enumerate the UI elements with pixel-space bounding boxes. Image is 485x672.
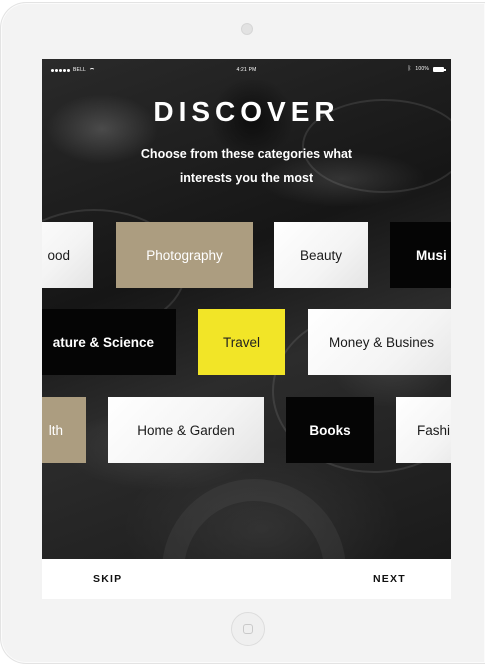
- next-button[interactable]: NEXT: [373, 559, 406, 599]
- app-screen: BELL 4:21 PM ᛒ 100% DISCOVER Choose from…: [42, 59, 451, 599]
- status-bar: BELL 4:21 PM ᛒ 100%: [42, 59, 451, 81]
- category-health[interactable]: lth: [42, 397, 86, 463]
- category-fashion[interactable]: Fashi: [396, 397, 451, 463]
- category-home-garden[interactable]: Home & Garden: [108, 397, 264, 463]
- home-button[interactable]: [231, 612, 265, 646]
- category-photography[interactable]: Photography: [116, 222, 253, 288]
- skip-button[interactable]: SKIP: [93, 559, 122, 599]
- category-beauty[interactable]: Beauty: [274, 222, 368, 288]
- page-title: DISCOVER: [153, 96, 340, 127]
- category-travel[interactable]: Travel: [198, 309, 285, 375]
- battery-percent: 100%: [415, 66, 429, 72]
- status-right: ᛒ 100%: [407, 66, 446, 72]
- bottom-bar: SKIP NEXT: [42, 559, 451, 599]
- category-music[interactable]: Musi: [390, 222, 451, 288]
- battery-icon: [433, 66, 446, 72]
- category-nature-science[interactable]: ature & Science: [42, 309, 176, 375]
- category-food[interactable]: ood: [42, 222, 93, 288]
- category-money-business[interactable]: Money & Busines: [308, 309, 451, 375]
- status-time: 4:21 PM: [236, 67, 257, 73]
- category-books[interactable]: Books: [286, 397, 374, 463]
- page-subtitle: Choose from these categories what intere…: [140, 147, 353, 185]
- camera-icon: [241, 23, 253, 35]
- bluetooth-icon: ᛒ: [407, 66, 412, 72]
